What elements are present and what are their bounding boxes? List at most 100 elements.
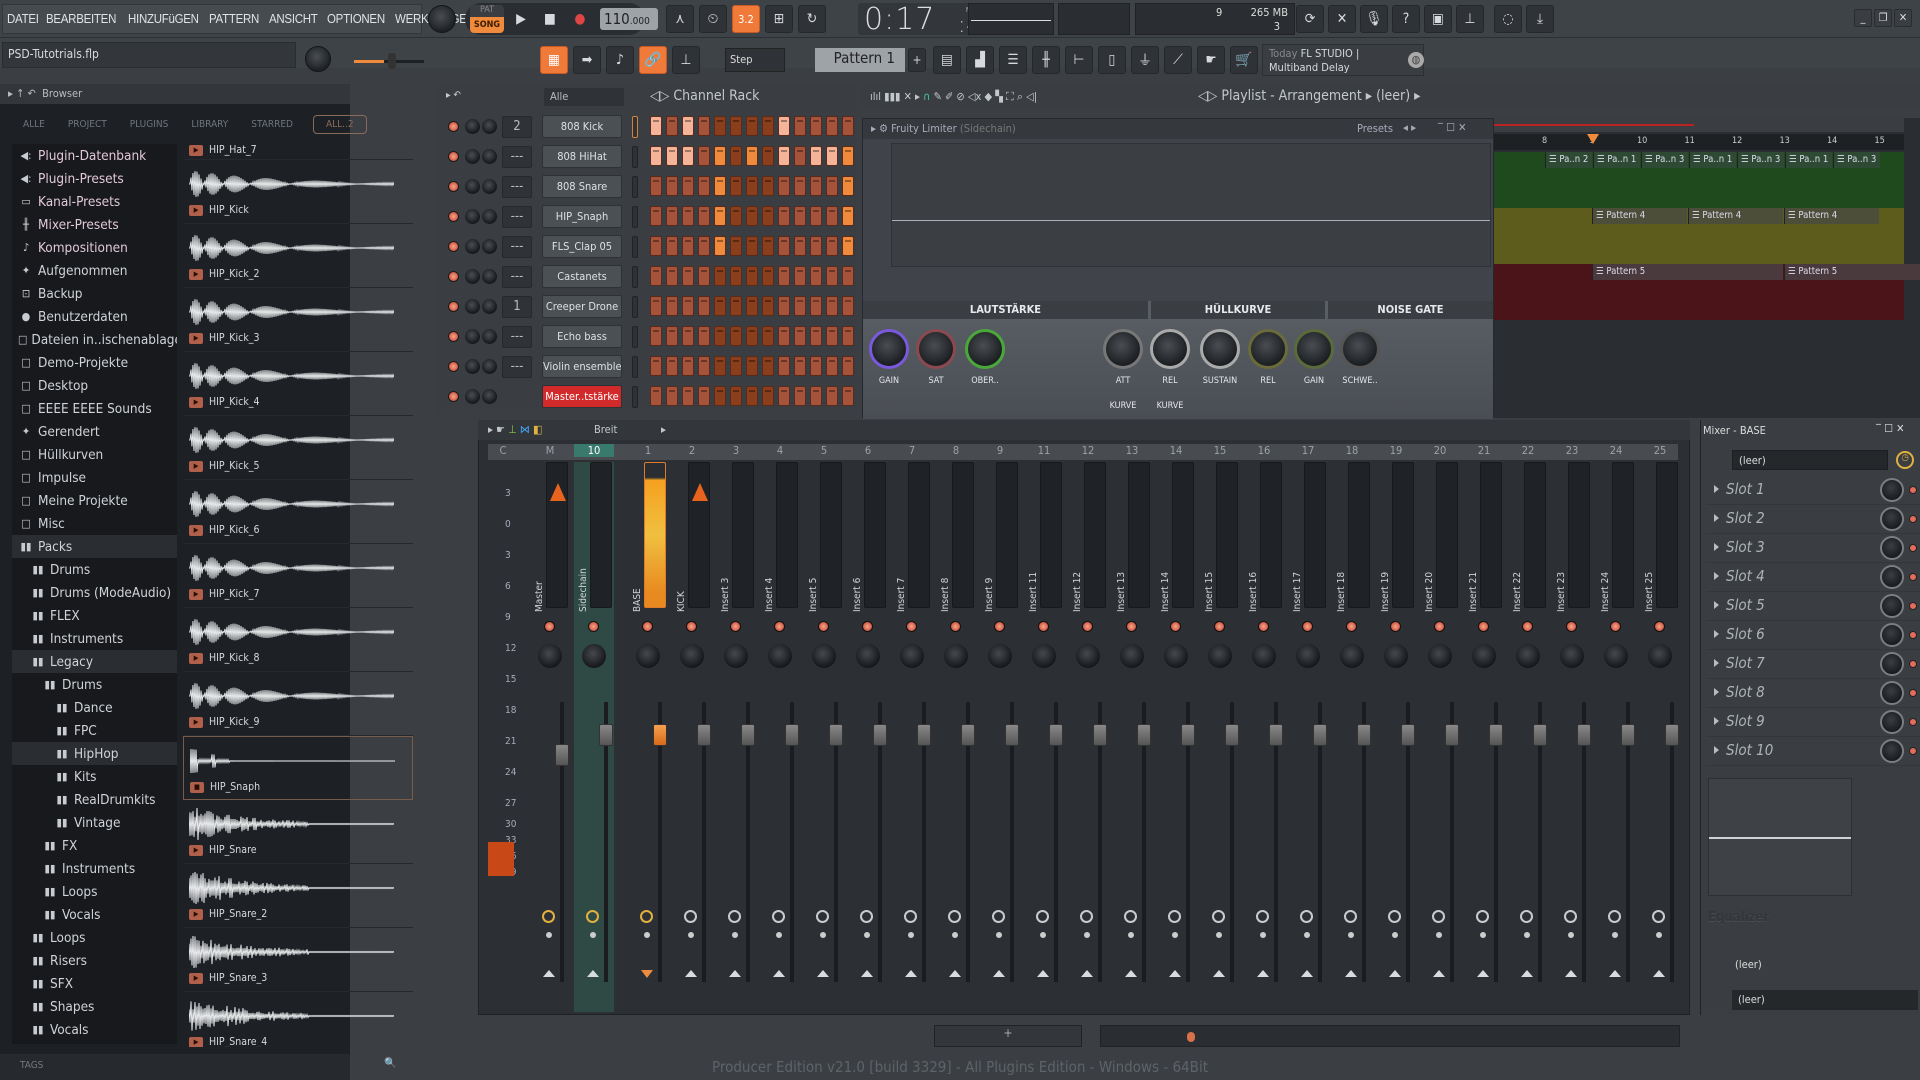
- clock-icon[interactable]: [904, 910, 917, 923]
- plugin-icon[interactable]: ⏚: [1131, 46, 1159, 74]
- pan-knob[interactable]: [1516, 644, 1540, 668]
- mute-led[interactable]: [686, 621, 697, 632]
- mute-led[interactable]: [1170, 621, 1181, 632]
- effect-slot[interactable]: Slot 4: [1706, 563, 1920, 592]
- step-button[interactable]: [666, 386, 678, 406]
- route-dot[interactable]: [1304, 932, 1310, 938]
- channel-select-bar[interactable]: [632, 116, 638, 138]
- send-arrow-icon[interactable]: [773, 970, 785, 977]
- effect-slot[interactable]: Slot 10: [1706, 737, 1920, 766]
- browser-item[interactable]: ▮▮ Drums (ModeAudio): [12, 581, 177, 604]
- step-button[interactable]: [714, 116, 726, 136]
- step-button[interactable]: [650, 146, 662, 166]
- browser-item[interactable]: ♪ Kompositionen: [12, 236, 177, 259]
- play-icon[interactable]: ▶: [189, 524, 203, 536]
- volume-knob[interactable]: [482, 299, 497, 314]
- channel-select-bar[interactable]: [632, 386, 638, 408]
- step-button[interactable]: [810, 356, 822, 376]
- route-dot[interactable]: [1436, 932, 1442, 938]
- step-button[interactable]: [762, 356, 774, 376]
- send-arrow-icon[interactable]: [685, 970, 697, 977]
- file-item[interactable]: ■ HIP_Snaph: [183, 736, 413, 800]
- file-item[interactable]: ▶ HIP_Kick_7: [183, 544, 413, 608]
- mixer-strip-insert-21[interactable]: Insert 21: [1464, 462, 1504, 1012]
- playlist-clip[interactable]: ☰ Pa..n 1: [1593, 152, 1640, 168]
- browser-item[interactable]: ▮▮ Drums: [12, 673, 177, 696]
- clock-icon[interactable]: [1300, 910, 1313, 923]
- volume-fader[interactable]: [697, 724, 711, 746]
- clock-icon[interactable]: [860, 910, 873, 923]
- limiter-window-controls[interactable]: ‾ ☐ ✕: [1438, 121, 1466, 134]
- file-item[interactable]: ▶ HIP_Kick_2: [183, 224, 413, 288]
- step-selector[interactable]: Step: [725, 48, 785, 72]
- pan-knob[interactable]: [1164, 644, 1188, 668]
- send-arrow-icon[interactable]: [641, 970, 653, 978]
- browser-item[interactable]: ▮▮ Packs: [12, 535, 177, 558]
- browser-item[interactable]: ● Benutzerdaten: [12, 305, 177, 328]
- step-button[interactable]: [666, 296, 678, 316]
- clock-icon[interactable]: [992, 910, 1005, 923]
- effect-slot[interactable]: Slot 7: [1706, 650, 1920, 679]
- mute-led[interactable]: [818, 621, 829, 632]
- midi-icon[interactable]: ⊥: [1456, 5, 1484, 33]
- mixer-tool-icons[interactable]: ▸ ☛ ⊥ ⋈ ◧: [488, 423, 542, 436]
- step-button[interactable]: [826, 296, 838, 316]
- step-button[interactable]: [826, 146, 838, 166]
- step-button[interactable]: [666, 326, 678, 346]
- mute-led[interactable]: [994, 621, 1005, 632]
- step-button[interactable]: [794, 176, 806, 196]
- step-button[interactable]: [650, 116, 662, 136]
- mute-led[interactable]: [448, 181, 459, 192]
- channel-select-bar[interactable]: [632, 236, 638, 258]
- limiter-knob-att[interactable]: [1103, 329, 1143, 369]
- step-button[interactable]: [810, 266, 822, 286]
- snap-toggle[interactable]: 3.2: [732, 5, 760, 33]
- mixer-scrollbar[interactable]: [1100, 1025, 1680, 1047]
- play-icon[interactable]: ▶: [189, 460, 203, 472]
- step-button[interactable]: [682, 236, 694, 256]
- volume-fader[interactable]: [1357, 724, 1371, 746]
- route-dot[interactable]: [820, 932, 826, 938]
- playlist-clip[interactable]: ☰ Pattern 4: [1688, 208, 1783, 224]
- step-button[interactable]: [698, 296, 710, 316]
- pan-knob[interactable]: [1384, 644, 1408, 668]
- mixer-strip-kick[interactable]: KICK: [672, 462, 712, 1012]
- file-item[interactable]: ▶ HIP_Snare: [183, 800, 413, 864]
- step-button[interactable]: [794, 386, 806, 406]
- mute-led[interactable]: [730, 621, 741, 632]
- limiter-knob-rel[interactable]: [1150, 329, 1190, 369]
- send-arrow-icon[interactable]: [993, 970, 1005, 977]
- step-button[interactable]: [810, 326, 822, 346]
- volume-fader[interactable]: [1533, 724, 1547, 746]
- step-button[interactable]: [698, 266, 710, 286]
- step-button[interactable]: [794, 146, 806, 166]
- step-button[interactable]: [666, 356, 678, 376]
- route-dot[interactable]: [908, 932, 914, 938]
- mixer-strip-base[interactable]: BASE: [628, 462, 668, 1012]
- route-dot[interactable]: [1084, 932, 1090, 938]
- clock-icon[interactable]: [542, 910, 555, 923]
- mixer-strip-insert-17[interactable]: Insert 17: [1288, 462, 1328, 1012]
- step-button[interactable]: [730, 266, 742, 286]
- slot-enable-led[interactable]: [1909, 544, 1917, 552]
- record-button[interactable]: ●: [566, 5, 594, 33]
- browser-item[interactable]: ▮▮ RealDrumkits: [12, 788, 177, 811]
- loop-record-icon[interactable]: ↻: [798, 5, 826, 33]
- play-icon[interactable]: ▶: [189, 396, 203, 408]
- restore-button[interactable]: ❐: [1874, 9, 1892, 27]
- expand-icon[interactable]: [1714, 514, 1719, 522]
- menu-pattern[interactable]: PATTERN: [209, 12, 259, 26]
- slot-mix-knob[interactable]: [1880, 739, 1904, 763]
- route-dot[interactable]: [1480, 932, 1486, 938]
- step-button[interactable]: [666, 266, 678, 286]
- expand-icon[interactable]: [1714, 746, 1719, 754]
- clock-icon[interactable]: [1520, 910, 1533, 923]
- step-button[interactable]: [682, 356, 694, 376]
- mute-led[interactable]: [1390, 621, 1401, 632]
- browser-item[interactable]: ▮▮ Instruments: [12, 857, 177, 880]
- send-arrow-icon[interactable]: [1125, 970, 1137, 977]
- play-button[interactable]: ▶: [507, 5, 535, 33]
- step-button[interactable]: [762, 236, 774, 256]
- route-dot[interactable]: [1524, 932, 1530, 938]
- mute-led[interactable]: [906, 621, 917, 632]
